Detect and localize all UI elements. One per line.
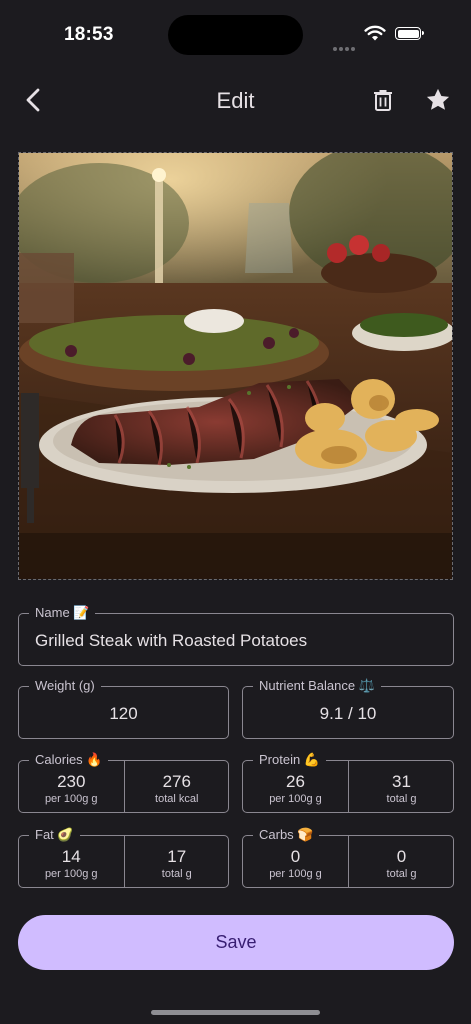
fat-field[interactable]: 14 per 100g g 17 total g Fat 🥑 <box>18 827 230 888</box>
protein-field[interactable]: 26 per 100g g 31 total g Protein 💪 <box>242 752 454 813</box>
fat-total-value: 17 <box>167 847 187 866</box>
name-field[interactable]: Name 📝 Grilled Steak with Roasted Potato… <box>18 605 454 666</box>
nutrient-balance-label: Nutrient Balance ⚖️ <box>253 678 381 694</box>
calories-total[interactable]: 276 total kcal <box>123 761 230 812</box>
weight-field-label: Weight (g) <box>29 678 101 694</box>
carbs-label: Carbs 🍞 <box>253 827 320 843</box>
carbs-field[interactable]: 0 per 100g g 0 total g Carbs 🍞 <box>242 827 454 888</box>
calories-per100-unit: per 100g g <box>44 793 98 805</box>
weight-field[interactable]: Weight (g) 120 <box>18 678 229 739</box>
carbs-total[interactable]: 0 total g <box>348 836 454 887</box>
fat-per100[interactable]: 14 per 100g g <box>19 836 124 887</box>
calories-label: Calories 🔥 <box>29 752 109 768</box>
protein-per100-value: 26 <box>286 772 305 791</box>
protein-per100-unit: per 100g g <box>269 793 322 805</box>
food-photo[interactable] <box>18 152 453 580</box>
fat-total-unit: total g <box>161 868 192 880</box>
protein-total[interactable]: 31 total g <box>348 761 454 812</box>
delete-icon[interactable] <box>370 87 396 113</box>
calories-field[interactable]: 230 per 100g g 276 total kcal Calories 🔥 <box>18 752 230 813</box>
fat-per100-value: 14 <box>61 847 81 866</box>
calories-per100[interactable]: 230 per 100g g <box>19 761 124 812</box>
carbs-per100-value: 0 <box>290 847 301 866</box>
weight-field-value[interactable]: 120 <box>19 704 228 724</box>
calories-total-unit: total kcal <box>155 793 199 805</box>
name-field-value[interactable]: Grilled Steak with Roasted Potatoes <box>35 631 307 651</box>
status-bar: 18:53 <box>0 0 471 60</box>
carbs-per100-unit: per 100g g <box>269 868 322 880</box>
calories-per100-value: 230 <box>57 772 86 791</box>
nutrient-balance-value: 9.1 / 10 <box>319 704 377 723</box>
favorite-star-icon[interactable] <box>424 86 452 114</box>
fat-total[interactable]: 17 total g <box>123 836 230 887</box>
fat-per100-unit: per 100g g <box>44 868 98 880</box>
name-field-label: Name 📝 <box>29 605 96 621</box>
status-time: 18:53 <box>64 24 114 45</box>
fat-label: Fat 🥑 <box>29 827 80 843</box>
carbs-per100[interactable]: 0 per 100g g <box>243 836 348 887</box>
battery-icon <box>395 27 424 40</box>
home-indicator[interactable] <box>151 1010 320 1015</box>
nutrient-balance-field: Nutrient Balance ⚖️ 9.1 / 10 <box>242 678 454 739</box>
dynamic-island <box>168 15 303 55</box>
calories-total-value: 276 <box>162 772 191 791</box>
app-bar: Edit <box>0 72 471 130</box>
food-photo-image <box>19 153 452 579</box>
save-button[interactable]: Save <box>18 915 454 970</box>
protein-total-unit: total g <box>386 793 417 805</box>
page-title: Edit <box>216 88 255 113</box>
protein-per100[interactable]: 26 per 100g g <box>243 761 348 812</box>
protein-total-value: 31 <box>392 772 411 791</box>
cellular-signal-icon <box>333 38 357 56</box>
protein-label: Protein 💪 <box>253 752 326 768</box>
carbs-total-unit: total g <box>386 868 417 880</box>
wifi-icon <box>364 25 386 41</box>
carbs-total-value: 0 <box>396 847 407 866</box>
